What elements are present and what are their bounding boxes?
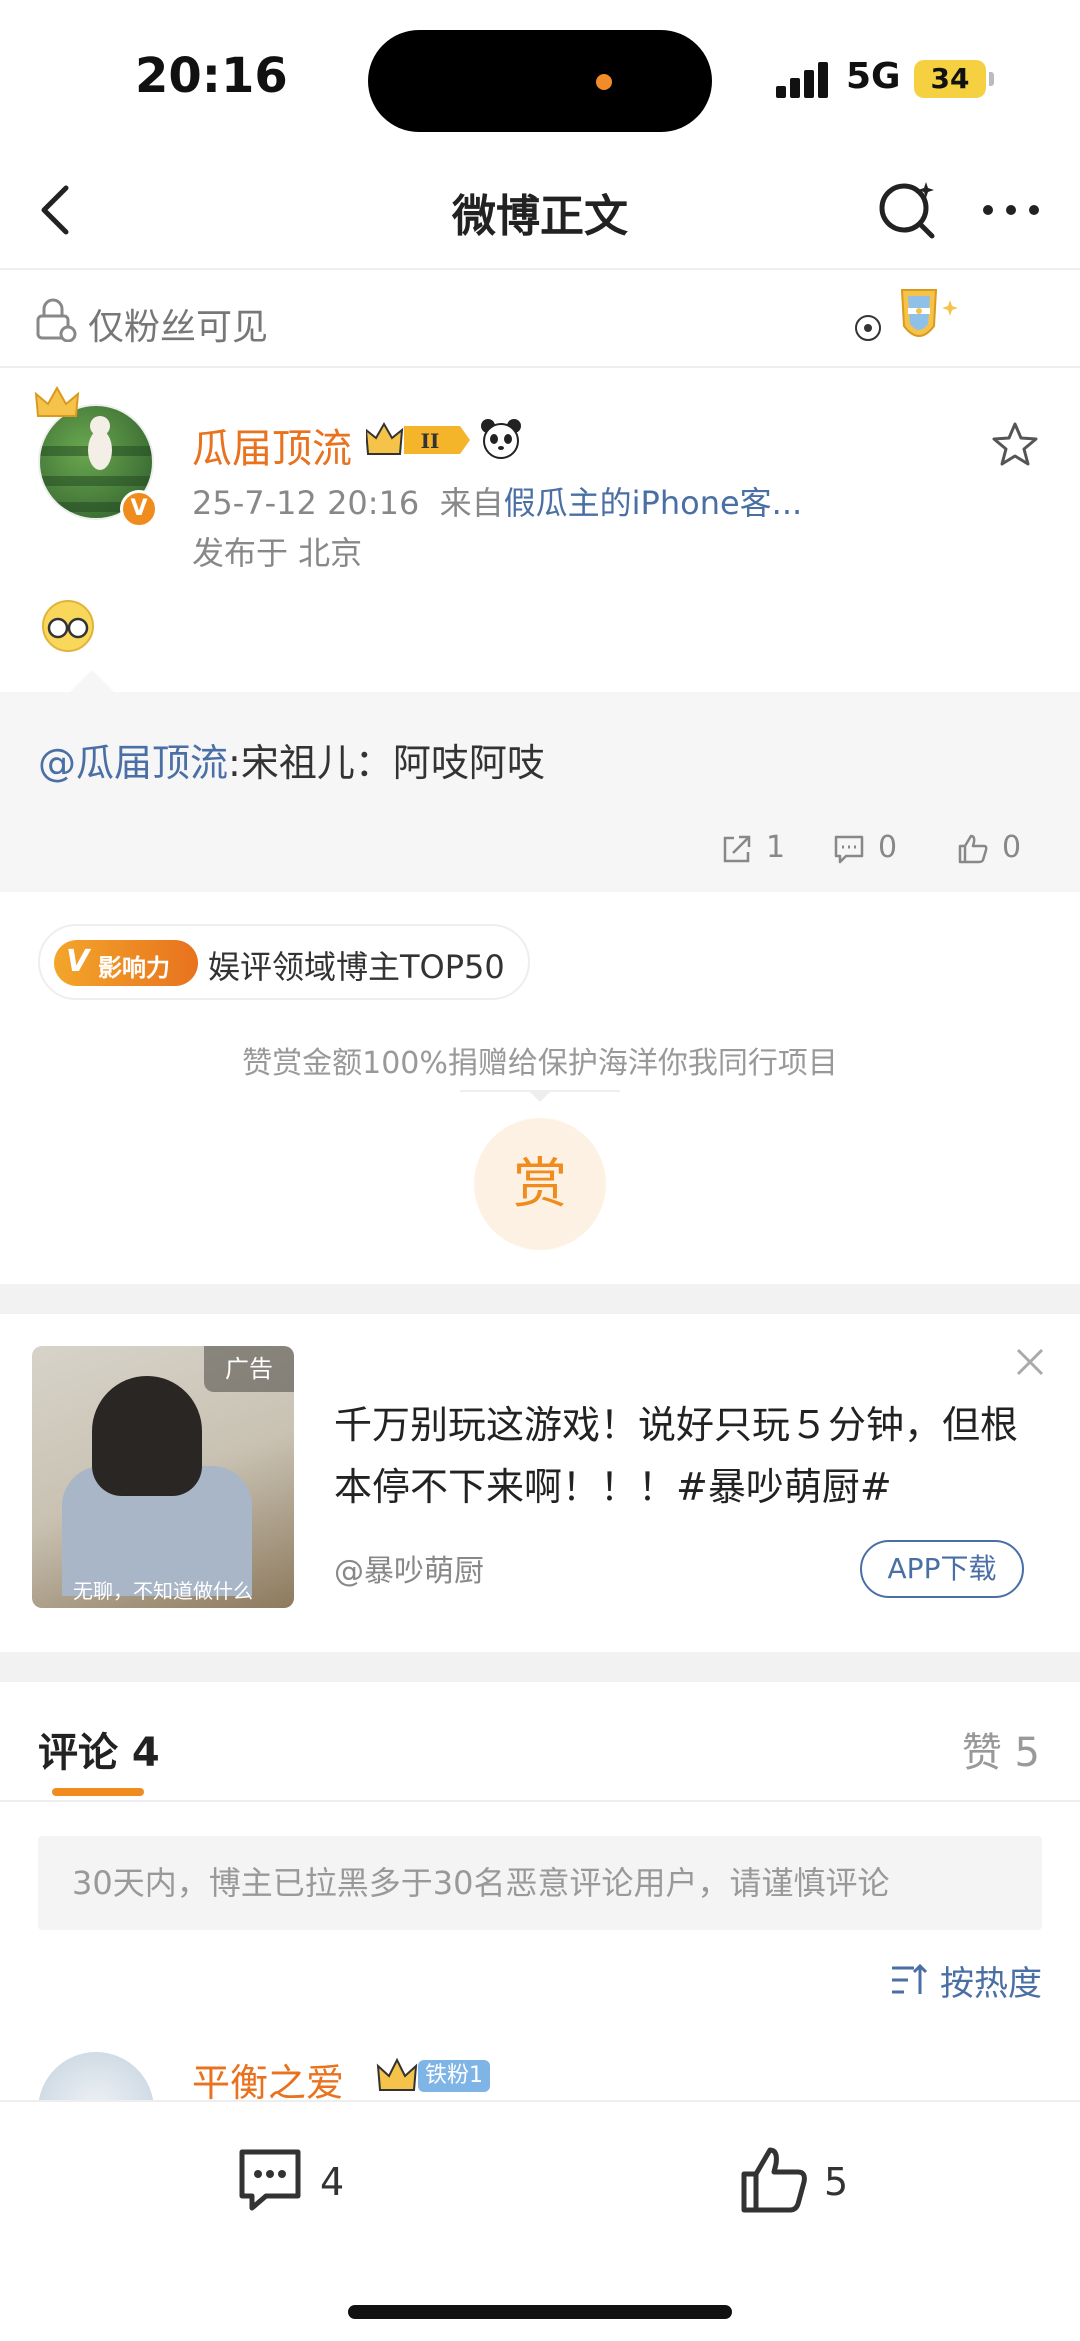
tab-likes[interactable]: 赞 5 (962, 1720, 1040, 1778)
repost-text: @瓜届顶流:宋祖儿：阿吱阿吱 (38, 732, 545, 787)
status-time: 20:16 (135, 48, 288, 104)
reward-button[interactable]: 赏 (474, 1118, 606, 1250)
influence-logo-text: 影响力 (98, 954, 170, 982)
bottom-like-button[interactable]: 5 (736, 2142, 876, 2226)
dynamic-island (368, 30, 712, 132)
search-icon[interactable] (872, 174, 942, 244)
visibility-row: 仅粉丝可见 (0, 272, 1080, 368)
ad-source[interactable]: @暴吵萌厨 (334, 1546, 484, 1590)
favorite-star-icon[interactable] (990, 420, 1040, 470)
sort-icon (892, 1963, 928, 1994)
repost-actions: 1 0 0 (720, 828, 1040, 872)
comment-warning: 30天内，博主已拉黑多于30名恶意评论用户，请谨慎评论 (38, 1836, 1042, 1930)
post-time: 25-7-12 20:16 (192, 484, 420, 522)
panda-icon (481, 419, 521, 459)
ad-caption: 无聊，不知道做什么 (73, 1579, 253, 1603)
influence-badge[interactable]: V 影响力 娱评领域博主TOP50 (38, 924, 530, 1000)
bottom-comment-count: 4 (320, 2160, 345, 2204)
ad-image[interactable]: 广告 无聊，不知道做什么 (32, 1346, 294, 1608)
fan-badge: 铁粉1 (418, 2060, 490, 2092)
influence-v: V (66, 944, 90, 979)
more-icon[interactable] (976, 174, 1046, 244)
sort-button[interactable]: 按热度 (890, 1956, 1042, 2006)
share-count: 1 (766, 830, 786, 865)
repost-body: :宋祖儿：阿吱阿吱 (228, 741, 545, 785)
post-meta: 25-7-12 20:16 来自假瓜主的iPhone客... (192, 478, 802, 524)
thumbs-up-icon (958, 834, 988, 864)
comment-tabs: 评论 4 赞 5 (0, 1682, 1080, 1802)
football-shield-badge-icon (855, 289, 958, 341)
status-bar: 20:16 5G 34 (0, 0, 1080, 150)
verified-badge-icon: V (120, 490, 158, 528)
section-gap (0, 1284, 1080, 1314)
crown-icon (34, 386, 80, 417)
battery-icon: 34 (914, 60, 994, 98)
mention-link[interactable]: @瓜届顶流 (38, 741, 228, 785)
navigation-bar: 微博正文 (0, 150, 1080, 270)
close-icon[interactable] (1012, 1344, 1048, 1380)
thumbs-up-icon (741, 2147, 807, 2213)
comment-count: 0 (878, 830, 898, 865)
glasses-emoji-icon (42, 600, 94, 652)
bottom-like-count: 5 (824, 2160, 849, 2204)
sort-label: 按热度 (940, 1964, 1042, 2004)
share-action[interactable]: 1 (720, 828, 800, 872)
ad-card[interactable]: 广告 无聊，不知道做什么 千万别玩这游戏！说好只玩５分钟，但根本停不下来啊！！！… (0, 1314, 1080, 1650)
ad-tag: 广告 (204, 1346, 294, 1392)
repost-content[interactable]: @瓜届顶流:宋祖儿：阿吱阿吱 1 0 0 (0, 670, 1080, 892)
network-type: 5G (846, 56, 901, 97)
post-source[interactable]: 假瓜主的iPhone客... (504, 484, 803, 522)
active-tab-indicator (52, 1788, 144, 1796)
post-location: 发布于 北京 (192, 534, 363, 572)
author-name[interactable]: 瓜届顶流 (192, 416, 352, 474)
signal-icon (776, 62, 828, 98)
crown-icon (376, 2057, 418, 2091)
home-indicator (348, 2305, 732, 2319)
like-action[interactable]: 0 (956, 828, 1036, 872)
comment-icon (239, 2149, 301, 2211)
ad-text: 千万别玩这游戏！说好只玩５分钟，但根本停不下来啊！！！#暴吵萌厨# (334, 1403, 1019, 1509)
section-gap (0, 1652, 1080, 1682)
reward-note: 赞赏金额100%捐赠给保护海洋你我同行项目 (242, 1046, 838, 1081)
influence-label: 娱评领域博主TOP50 (208, 948, 505, 986)
influence-v-logo: V 影响力 (54, 940, 198, 986)
commenter-name[interactable]: 平衡之爱_ (192, 2052, 363, 2107)
like-count: 0 (1002, 830, 1022, 865)
tab-comments[interactable]: 评论 4 (38, 1720, 160, 1778)
level-badge-text: II (421, 429, 440, 453)
comment-action[interactable]: 0 (832, 828, 912, 872)
bottom-comment-button[interactable]: 4 (232, 2142, 372, 2226)
recording-dot (596, 74, 612, 90)
battery-level: 34 (930, 62, 970, 95)
divider (460, 1090, 620, 1102)
comment-icon (834, 835, 864, 864)
app-download-button[interactable]: APP下载 (860, 1540, 1024, 1598)
lock-icon (36, 298, 77, 342)
level-crown-badge-icon: II (366, 421, 470, 455)
share-icon (723, 835, 751, 863)
visibility-label: 仅粉丝可见 (88, 307, 269, 348)
from-prefix: 来自 (439, 484, 504, 522)
